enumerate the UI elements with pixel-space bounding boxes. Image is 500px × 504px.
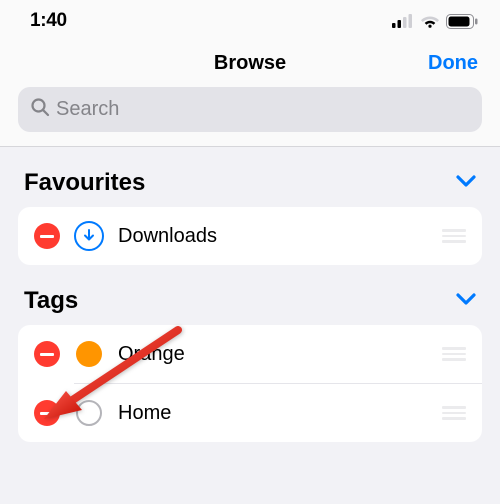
content: Favourites Downloads Tags [0,147,500,442]
nav-bar: Browse Done [0,36,500,87]
favourites-title: Favourites [24,169,145,197]
cellular-signal-icon [392,14,414,28]
drag-handle-icon[interactable] [442,347,466,361]
home-tag-icon [74,398,104,428]
page-title: Browse [22,52,478,75]
search-icon [30,97,50,122]
minus-icon [40,412,54,415]
tags-header[interactable]: Tags [18,265,482,325]
list-item[interactable]: Home [18,384,482,442]
minus-icon [40,353,54,356]
favourites-list: Downloads [18,207,482,265]
drag-handle-icon[interactable] [442,229,466,243]
tags-title: Tags [24,287,78,315]
status-time: 1:40 [30,10,67,32]
search-placeholder: Search [56,98,119,121]
downloads-icon [74,221,104,251]
chevron-down-icon [456,174,476,193]
orange-tag-icon [74,339,104,369]
minus-icon [40,235,54,238]
battery-icon [446,14,478,29]
item-label: Home [118,402,442,425]
status-icons [392,14,478,29]
list-item[interactable]: Orange [18,325,482,383]
item-label: Downloads [118,225,442,248]
search-input[interactable]: Search [18,87,482,132]
chevron-down-icon [456,292,476,311]
status-bar: 1:40 [0,0,500,36]
list-item[interactable]: Downloads [18,207,482,265]
favourites-header[interactable]: Favourites [18,147,482,207]
delete-button[interactable] [34,400,60,426]
search-container: Search [0,87,500,146]
item-label: Orange [118,343,442,366]
done-button[interactable]: Done [428,52,478,75]
drag-handle-icon[interactable] [442,406,466,420]
wifi-icon [420,14,440,28]
tags-list: Orange Home [18,325,482,442]
delete-button[interactable] [34,341,60,367]
delete-button[interactable] [34,223,60,249]
